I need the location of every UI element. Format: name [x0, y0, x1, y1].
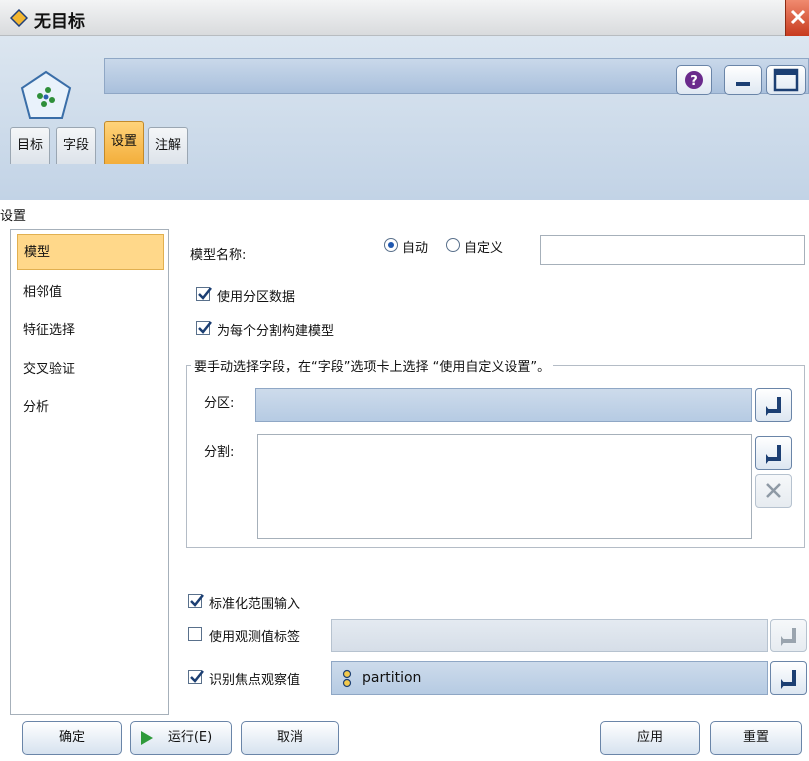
cancel-button[interactable]: 取消 — [241, 721, 339, 755]
focal-cases-checkbox[interactable] — [188, 670, 204, 684]
partition-label: 分区: — [204, 396, 235, 411]
build-per-split-checkbox[interactable] — [196, 321, 212, 335]
field-picker-icon — [781, 628, 796, 646]
close-button[interactable] — [785, 0, 809, 36]
delete-icon — [766, 483, 781, 498]
split-label: 分割: — [204, 445, 235, 460]
case-labels-field-box[interactable] — [331, 619, 768, 652]
svg-text:?: ? — [690, 74, 698, 89]
nav-item-model[interactable]: 模型 — [17, 234, 164, 270]
close-icon — [790, 9, 806, 25]
maximize-button[interactable] — [766, 65, 806, 95]
minimize-icon — [736, 82, 750, 86]
diamond-node-icon — [10, 9, 28, 27]
tab-annotations[interactable]: 注解 — [148, 127, 189, 164]
play-icon — [141, 731, 153, 745]
run-button-label: 运行(E) — [167, 730, 213, 745]
dialog-header: ? — [0, 36, 809, 200]
model-name-auto-label: 自动 — [402, 241, 429, 256]
section-title: 设置 — [0, 209, 27, 224]
run-button[interactable]: 运行(E) — [130, 721, 232, 755]
use-partition-label: 使用分区数据 — [217, 290, 296, 305]
partition-field-box[interactable] — [255, 388, 752, 422]
split-fields-list[interactable] — [257, 434, 752, 539]
checkmark-icon — [198, 321, 212, 334]
build-per-split-label: 为每个分割构建模型 — [217, 324, 335, 339]
tab-target[interactable]: 目标 — [10, 127, 51, 164]
minimize-button[interactable] — [724, 65, 762, 95]
checkmark-icon — [198, 287, 212, 300]
model-name-custom-label: 自定义 — [464, 241, 504, 256]
checkmark-icon — [190, 670, 204, 683]
partition-field-picker-button[interactable] — [755, 388, 792, 422]
window-title: 无目标 — [34, 12, 85, 32]
focal-cases-field-box[interactable]: partition — [331, 661, 768, 695]
model-name-custom-radio[interactable] — [446, 238, 460, 252]
settings-nav: 模型 相邻值 特征选择 交叉验证 分析 — [10, 229, 169, 715]
focal-cases-label: 识别焦点观察值 — [209, 673, 301, 688]
apply-button[interactable]: 应用 — [600, 721, 700, 755]
field-picker-icon — [781, 670, 796, 689]
model-name-label: 模型名称: — [190, 248, 247, 263]
flag-field-icon — [342, 669, 352, 688]
field-picker-icon — [766, 397, 781, 416]
ok-button[interactable]: 确定 — [22, 721, 122, 755]
field-picker-icon — [766, 445, 781, 464]
focal-cases-field-value: partition — [362, 670, 422, 686]
help-button[interactable]: ? — [676, 65, 712, 95]
model-name-auto-radio[interactable] — [384, 238, 398, 252]
split-field-picker-button[interactable] — [755, 436, 792, 470]
case-labels-checkbox[interactable] — [188, 627, 202, 641]
checkmark-icon — [190, 594, 204, 607]
knn-node-icon — [20, 70, 72, 119]
normalize-checkbox[interactable] — [188, 594, 204, 608]
case-labels-label: 使用观测值标签 — [209, 630, 301, 645]
tab-settings[interactable]: 设置 — [104, 121, 145, 164]
title-bar: 无目标 — [0, 0, 809, 36]
normalize-label: 标准化范围输入 — [209, 597, 301, 612]
tab-fields[interactable]: 字段 — [56, 127, 97, 164]
focal-cases-field-picker-button[interactable] — [770, 661, 807, 695]
help-icon: ? — [685, 71, 703, 89]
use-partition-checkbox[interactable] — [196, 287, 212, 301]
model-name-input[interactable] — [540, 235, 805, 265]
nav-item-neighbors[interactable]: 相邻值 — [17, 275, 164, 311]
case-labels-field-picker-button[interactable] — [770, 619, 807, 652]
nav-item-cross-validation[interactable]: 交叉验证 — [17, 352, 164, 388]
manual-fields-legend: 要手动选择字段，在“字段”选项卡上选择 “使用自定义设置”。 — [191, 356, 554, 375]
maximize-icon — [773, 68, 799, 92]
remove-split-field-button[interactable] — [755, 474, 792, 508]
nav-item-analyze[interactable]: 分析 — [17, 390, 164, 426]
nav-item-feature-selection[interactable]: 特征选择 — [17, 313, 164, 349]
reset-button[interactable]: 重置 — [710, 721, 802, 755]
